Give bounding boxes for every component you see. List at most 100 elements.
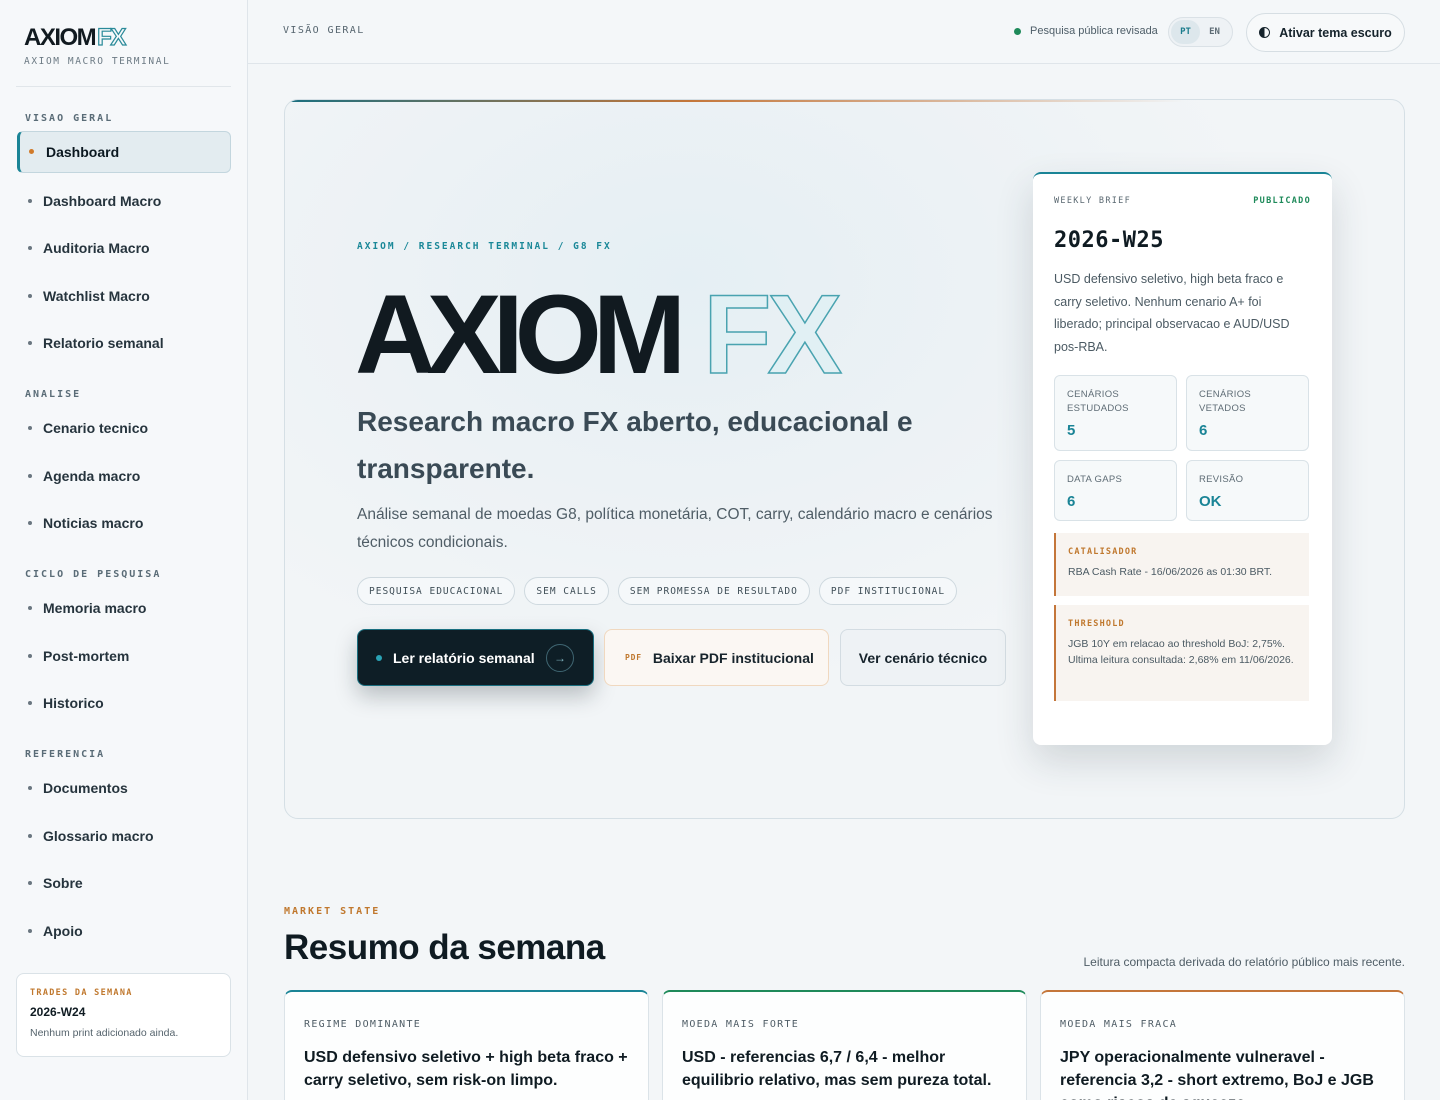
sidebar-item-sobre[interactable]: Sobre [17,862,231,904]
metric-label: REVISÃO [1199,474,1244,485]
sidebar-item-label: Sobre [43,875,83,891]
download-pdf-button[interactable]: PDF Baixar PDF institucional [604,629,829,686]
brand[interactable]: AXIOMFX AXIOM MACRO TERMINAL [24,23,170,67]
sidebar-item-label: Auditoria Macro [43,240,150,256]
brief-label: WEEKLY BRIEF [1054,196,1132,206]
bullet-icon [28,701,32,705]
metric-cenarios-vetados: CENÁRIOS VETADOS 6 [1186,375,1309,451]
sidebar-item-label: Memoria macro [43,600,147,616]
metric-revisao: REVISÃO OK [1186,460,1309,521]
nav-section-analise: ANALISE [25,389,82,400]
summary-card-weakest[interactable]: MOEDA MAIS FRACA JPY operacionalmente vu… [1040,990,1405,1100]
sidebar-item-dashboard-macro[interactable]: Dashboard Macro [17,180,231,222]
metric-label: CENÁRIOS VETADOS [1199,389,1252,414]
bullet-icon [28,834,32,838]
sidebar-item-label: Apoio [43,923,83,939]
chip-pdf-institucional: PDF INSTITUCIONAL [818,577,958,605]
section-title: Resumo da semana [284,928,605,967]
sidebar-divider [16,86,231,87]
trades-card[interactable]: TRADES DA SEMANA 2026-W24 Nenhum print a… [16,973,231,1057]
hero-logo-main: AXIOM [355,272,686,397]
summary-card-label: MOEDA MAIS FORTE [682,1019,800,1030]
lang-en-button[interactable]: EN [1200,20,1229,44]
chip-sem-calls: SEM CALLS [524,577,609,605]
sidebar-item-relatorio-semanal[interactable]: Relatorio semanal [17,322,231,364]
sidebar-item-historico[interactable]: Historico [17,682,231,724]
contrast-icon [1259,27,1271,38]
hero-panel: AXIOM / RESEARCH TERMINAL / G8 FX AXIOM F… [284,99,1405,819]
metric-value: OK [1199,493,1222,510]
bullet-icon [28,521,32,525]
chip-pesquisa-educacional: PESQUISA EDUCACIONAL [357,577,516,605]
hero-logo-accent: FX [702,271,843,398]
technical-scenario-button[interactable]: Ver cenário técnico [840,629,1006,686]
brief-week: 2026-W25 [1054,228,1164,253]
breadcrumb: VISÃO GERAL [283,25,365,36]
hero-headline: Research macro FX aberto, educacional e … [357,406,913,484]
metric-label: DATA GAPS [1067,474,1123,485]
threshold-label: THRESHOLD [1068,619,1125,629]
summary-card-text: USD - referencias 6,7 / 6,4 - melhor equ… [682,1049,992,1089]
brand-name: AXIOM [24,24,97,51]
trades-label: TRADES DA SEMANA [30,988,133,998]
brief-summary: USD defensivo seletivo, high beta fraco … [1054,272,1290,354]
sidebar-item-dashboard[interactable]: Dashboard [17,131,231,173]
sidebar-item-label: Glossario macro [43,828,154,844]
summary-card-label: REGIME DOMINANTE [304,1019,422,1030]
sidebar-item-cenario-tecnico[interactable]: Cenario tecnico [17,407,231,449]
sidebar-item-label: Watchlist Macro [43,288,150,304]
technical-scenario-label: Ver cenário técnico [858,649,988,666]
dark-theme-button[interactable]: Ativar tema escuro [1246,13,1405,52]
sidebar-item-documentos[interactable]: Documentos [17,767,231,809]
sidebar-item-post-mortem[interactable]: Post-mortem [17,635,231,677]
bullet-icon [28,294,32,298]
hero-accent-line [285,100,1185,102]
trades-week: 2026-W24 [30,1005,86,1019]
status-text: Pesquisa pública revisada [1030,25,1158,37]
pdf-tag: PDF [625,653,642,662]
review-status: Pesquisa pública revisada [1014,25,1158,37]
threshold-note: THRESHOLD JGB 10Y em relacao ao threshol… [1054,605,1309,701]
read-report-button[interactable]: Ler relatório semanal → [357,629,594,686]
status-dot-icon [1014,27,1021,35]
metric-data-gaps: DATA GAPS 6 [1054,460,1177,521]
metric-cenarios-estudados: CENÁRIOS ESTUDADOS 5 [1054,375,1177,451]
catalyst-label: CATALISADOR [1068,547,1138,557]
market-state-label: MARKET STATE [284,906,381,917]
bullet-icon [28,929,32,933]
sidebar-item-watchlist-macro[interactable]: Watchlist Macro [17,275,231,317]
brand-accent: FX [97,23,127,51]
summary-card-regime[interactable]: REGIME DOMINANTE USD defensivo seletivo … [284,990,649,1100]
summary-card-text: USD defensivo seletivo + high beta fraco… [304,1049,628,1089]
sidebar-item-label: Documentos [43,780,128,796]
topbar: VISÃO GERAL Pesquisa pública revisada PT… [248,0,1440,64]
sidebar-item-glossario-macro[interactable]: Glossario macro [17,815,231,857]
nav-section-visao-geral: VISAO GERAL [25,113,114,124]
sidebar-item-agenda-macro[interactable]: Agenda macro [17,455,231,497]
sidebar-item-label: Noticias macro [43,515,144,531]
dark-theme-label: Ativar tema escuro [1279,25,1392,40]
brand-logo: AXIOMFX [24,23,170,52]
summary-card-label: MOEDA MAIS FRACA [1060,1019,1178,1030]
section-aside: Leitura compacta derivada do relatório p… [1083,955,1405,969]
bullet-icon [28,881,32,885]
trades-note: Nenhum print adicionado ainda. [30,1027,179,1039]
threshold-text: JGB 10Y em relacao ao threshold BoJ: 2,7… [1068,638,1294,666]
summary-card-strongest[interactable]: MOEDA MAIS FORTE USD - referencias 6,7 /… [662,990,1027,1100]
weekly-brief-card[interactable]: WEEKLY BRIEF PUBLICADO 2026-W25 USD defe… [1033,172,1332,745]
hero-breadcrumb: AXIOM / RESEARCH TERMINAL / G8 FX [357,241,612,252]
sidebar-item-auditoria-macro[interactable]: Auditoria Macro [17,227,231,269]
hero-chips: PESQUISA EDUCACIONAL SEM CALLS SEM PROME… [357,577,958,605]
sidebar-item-noticias-macro[interactable]: Noticias macro [17,502,231,544]
sidebar-item-label: Relatorio semanal [43,335,164,351]
sidebar-item-memoria-macro[interactable]: Memoria macro [17,587,231,629]
bullet-icon [28,199,32,203]
sidebar-item-label: Post-mortem [43,648,130,664]
brief-header: WEEKLY BRIEF PUBLICADO [1054,196,1311,206]
bullet-icon [28,426,32,430]
sidebar: AXIOMFX AXIOM MACRO TERMINAL VISAO GERAL… [0,0,248,1100]
metric-value: 6 [1199,422,1208,439]
sidebar-item-apoio[interactable]: Apoio [17,910,231,952]
read-report-label: Ler relatório semanal [393,649,535,666]
lang-pt-button[interactable]: PT [1171,20,1200,44]
